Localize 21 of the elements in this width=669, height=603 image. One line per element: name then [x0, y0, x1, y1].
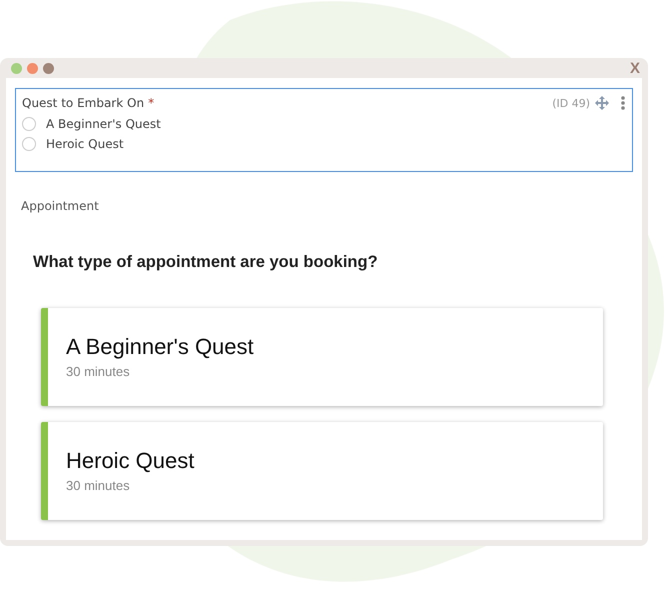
radio-button[interactable]: [22, 137, 36, 151]
appointment-card[interactable]: A Beginner's Quest 30 minutes: [41, 308, 603, 406]
section-label: Appointment: [21, 199, 100, 213]
card-duration: 30 minutes: [66, 364, 131, 379]
card-title: Heroic Quest: [66, 448, 196, 474]
question-heading: What type of appointment are you booking?: [33, 253, 379, 272]
option-label: A Beginner's Quest: [46, 117, 161, 131]
option-label: Heroic Quest: [46, 137, 124, 151]
card-duration: 30 minutes: [66, 478, 131, 493]
appointment-card[interactable]: Heroic Quest 30 minutes: [41, 422, 603, 520]
field-label: Quest to Embark On: [22, 96, 144, 110]
card-title: A Beginner's Quest: [66, 334, 255, 360]
window-dot-icon[interactable]: [43, 62, 54, 74]
radio-button[interactable]: [22, 117, 36, 131]
window-dot-icon[interactable]: [27, 62, 38, 74]
question-field-panel[interactable]: Quest to Embark On * (ID 49) A Beginner's Quest Heroic Quest: [15, 88, 633, 172]
field-id: (ID 49): [552, 96, 590, 110]
required-mark: *: [148, 96, 154, 110]
more-icon[interactable]: [620, 95, 626, 111]
move-icon[interactable]: [594, 95, 610, 111]
window-dot-icon[interactable]: [11, 62, 22, 74]
